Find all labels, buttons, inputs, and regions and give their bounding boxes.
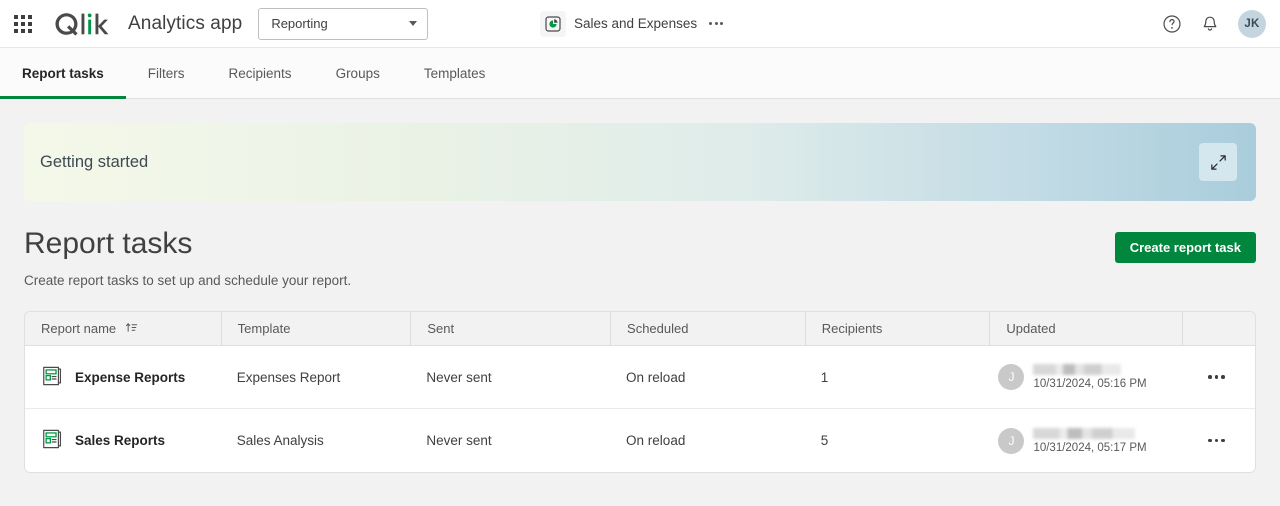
column-label: Sent xyxy=(427,321,455,336)
column-header-updated[interactable]: Updated xyxy=(989,312,1182,346)
qlik-logo[interactable] xyxy=(50,9,116,39)
updated-timestamp: 10/31/2024, 05:17 PM xyxy=(1033,441,1147,454)
cell-template: Expenses Report xyxy=(236,369,341,385)
avatar[interactable]: JK xyxy=(1238,9,1266,38)
expand-diagonal-icon[interactable] xyxy=(1199,143,1237,181)
row-overflow-menu-icon[interactable] xyxy=(1202,367,1231,387)
tab-label: Report tasks xyxy=(22,65,104,81)
cell-report-name: Expense Reports xyxy=(25,346,221,409)
column-label: Template xyxy=(237,321,291,336)
sort-ascending-icon[interactable] xyxy=(125,321,138,337)
document-name[interactable]: Sales and Expenses xyxy=(574,16,697,31)
top-bar-actions: JK xyxy=(1162,9,1266,38)
cell-recipients: 1 xyxy=(820,369,829,385)
cell-scheduled: On reload xyxy=(626,433,686,448)
cell-recipients: 5 xyxy=(820,433,829,448)
pie-chart-doc-icon xyxy=(540,10,566,37)
updated-timestamp: 10/31/2024, 05:16 PM xyxy=(1033,378,1147,390)
column-header-scheduled[interactable]: Scheduled xyxy=(610,312,805,346)
table-row[interactable]: Expense Reports Expenses Report Never se… xyxy=(25,346,1255,409)
column-header-actions xyxy=(1182,312,1255,346)
tab-label: Recipients xyxy=(228,65,292,81)
column-label: Updated xyxy=(1006,321,1056,336)
page-header: Report tasks Create report tasks to set … xyxy=(24,227,1256,288)
cell-sent: Never sent xyxy=(426,369,492,385)
page-title: Report tasks xyxy=(24,227,193,260)
column-header-report-name[interactable]: Report name xyxy=(25,312,221,346)
cell-report-name: Sales Reports xyxy=(25,409,221,472)
tab-label: Templates xyxy=(423,65,486,81)
report-document-icon xyxy=(41,428,63,453)
tab-templates[interactable]: Templates xyxy=(402,48,508,98)
cell-sent: Never sent xyxy=(426,433,492,448)
section-select[interactable]: Reporting xyxy=(258,7,429,40)
column-label: Scheduled xyxy=(627,321,689,336)
page-subtitle: Create report tasks to set up and schedu… xyxy=(24,273,352,288)
top-bar: Analytics app Reporting Sales and Expens… xyxy=(0,0,1280,48)
report-document-icon xyxy=(41,365,63,390)
tab-filters[interactable]: Filters xyxy=(126,48,207,98)
cell-scheduled: On reload xyxy=(626,369,686,385)
column-header-recipients[interactable]: Recipients xyxy=(804,312,990,346)
question-circle-icon[interactable] xyxy=(1162,14,1182,34)
tab-recipients[interactable]: Recipients xyxy=(207,48,314,98)
page-app-title: Analytics app xyxy=(128,12,243,34)
table-row[interactable]: Sales Reports Sales Analysis Never sent … xyxy=(25,409,1255,472)
bell-icon[interactable] xyxy=(1200,14,1220,34)
section-select-value: Reporting xyxy=(271,16,328,31)
cell-updated: J 10/31/2024, 05:16 PM xyxy=(989,346,1182,409)
redacted-user-name xyxy=(1033,427,1136,439)
cell-updated: J 10/31/2024, 05:17 PM xyxy=(989,409,1182,472)
column-header-sent[interactable]: Sent xyxy=(410,312,610,346)
column-label: Report name xyxy=(41,321,117,336)
report-name-text: Sales Reports xyxy=(75,433,166,448)
tab-label: Filters xyxy=(147,65,185,81)
tab-report-tasks[interactable]: Report tasks xyxy=(0,48,126,99)
cell-template: Sales Analysis xyxy=(236,433,324,448)
document-title-group: Sales and Expenses xyxy=(540,10,727,37)
redacted-user-name xyxy=(1033,364,1122,375)
column-label: Recipients xyxy=(821,321,883,336)
report-tasks-table: Report name Template Sent Scheduled Reci… xyxy=(24,311,1256,473)
apps-grid-icon[interactable] xyxy=(14,14,32,33)
cell-actions xyxy=(1182,346,1255,409)
table-header-row: Report name Template Sent Scheduled Reci… xyxy=(25,312,1255,346)
document-overflow-menu-icon[interactable] xyxy=(705,16,727,31)
chevron-down-icon xyxy=(409,21,418,26)
getting-started-title: Getting started xyxy=(40,152,149,171)
getting-started-banner: Getting started xyxy=(24,123,1256,201)
tab-bar: Report tasks Filters Recipients Groups T… xyxy=(0,48,1280,99)
cell-actions xyxy=(1182,409,1255,472)
tab-groups[interactable]: Groups xyxy=(314,48,402,98)
user-avatar: J xyxy=(998,427,1025,454)
tab-label: Groups xyxy=(335,65,380,81)
user-avatar: J xyxy=(998,364,1025,390)
row-overflow-menu-icon[interactable] xyxy=(1202,431,1231,451)
main-content: Getting started Report tasks Create repo… xyxy=(0,99,1280,473)
column-header-template[interactable]: Template xyxy=(220,312,411,346)
create-report-task-button[interactable]: Create report task xyxy=(1114,232,1256,263)
report-name-text: Expense Reports xyxy=(75,369,186,385)
